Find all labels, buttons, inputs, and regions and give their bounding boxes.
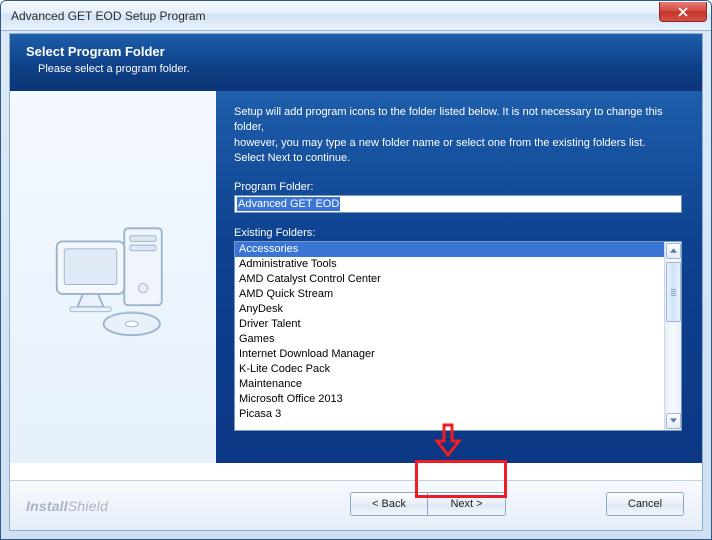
list-item[interactable]: Maintenance xyxy=(235,377,664,392)
installer-window: Advanced GET EOD Setup Program Select Pr… xyxy=(0,0,712,540)
chevron-up-icon xyxy=(670,248,677,253)
chevron-down-icon xyxy=(670,418,677,423)
program-folder-value: Advanced GET EOD xyxy=(237,197,340,211)
header-title: Select Program Folder xyxy=(26,44,686,59)
list-item[interactable]: Driver Talent xyxy=(235,317,664,332)
scroll-up-button[interactable] xyxy=(666,243,681,259)
titlebar: Advanced GET EOD Setup Program xyxy=(1,1,711,31)
existing-folders-listbox[interactable]: AccessoriesAdministrative ToolsAMD Catal… xyxy=(234,241,682,431)
header-subtitle: Please select a program folder. xyxy=(26,63,686,75)
folder-list[interactable]: AccessoriesAdministrative ToolsAMD Catal… xyxy=(235,242,664,430)
program-folder-label: Program Folder: xyxy=(234,181,682,193)
instruction-line: Select Next to continue. xyxy=(234,151,682,166)
list-item[interactable]: Games xyxy=(235,332,664,347)
existing-folders-label: Existing Folders: xyxy=(234,227,682,239)
list-item[interactable]: AnyDesk xyxy=(235,302,664,317)
installshield-logo: InstallShield xyxy=(26,498,108,514)
computer-icon xyxy=(38,202,188,352)
dialog-body: Setup will add program icons to the fold… xyxy=(10,91,702,463)
list-item[interactable]: AMD Catalyst Control Center xyxy=(235,272,664,287)
list-item[interactable]: Microsoft Office 2013 xyxy=(235,392,664,407)
left-graphic-pane xyxy=(10,91,216,463)
scroll-thumb[interactable] xyxy=(666,262,681,322)
content-pane: Setup will add program icons to the fold… xyxy=(216,91,702,463)
footer-bar: InstallShield < Back Next > Cancel xyxy=(10,480,702,530)
wizard-buttons: < Back Next > Cancel xyxy=(220,492,684,516)
program-folder-input[interactable]: Advanced GET EOD xyxy=(234,195,682,213)
list-item[interactable]: AMD Quick Stream xyxy=(235,287,664,302)
list-item[interactable]: Accessories xyxy=(235,242,664,257)
scroll-track[interactable] xyxy=(666,260,681,412)
close-icon xyxy=(678,7,688,17)
dialog-header: Select Program Folder Please select a pr… xyxy=(10,34,702,91)
scrollbar[interactable] xyxy=(664,242,681,430)
list-item[interactable]: Administrative Tools xyxy=(235,257,664,272)
dialog-frame: Select Program Folder Please select a pr… xyxy=(9,33,703,531)
back-button[interactable]: < Back xyxy=(350,492,428,516)
instruction-line: however, you may type a new folder name … xyxy=(234,136,682,151)
list-item[interactable]: K-Lite Codec Pack xyxy=(235,362,664,377)
window-title: Advanced GET EOD Setup Program xyxy=(7,9,206,23)
list-item[interactable]: Picasa 3 xyxy=(235,407,664,422)
list-item[interactable]: Internet Download Manager xyxy=(235,347,664,362)
next-button[interactable]: Next > xyxy=(428,492,506,516)
instruction-line: Setup will add program icons to the fold… xyxy=(234,105,682,136)
cancel-button[interactable]: Cancel xyxy=(606,492,684,516)
instruction-text: Setup will add program icons to the fold… xyxy=(234,105,682,167)
close-button[interactable] xyxy=(659,2,707,22)
scroll-down-button[interactable] xyxy=(666,413,681,429)
